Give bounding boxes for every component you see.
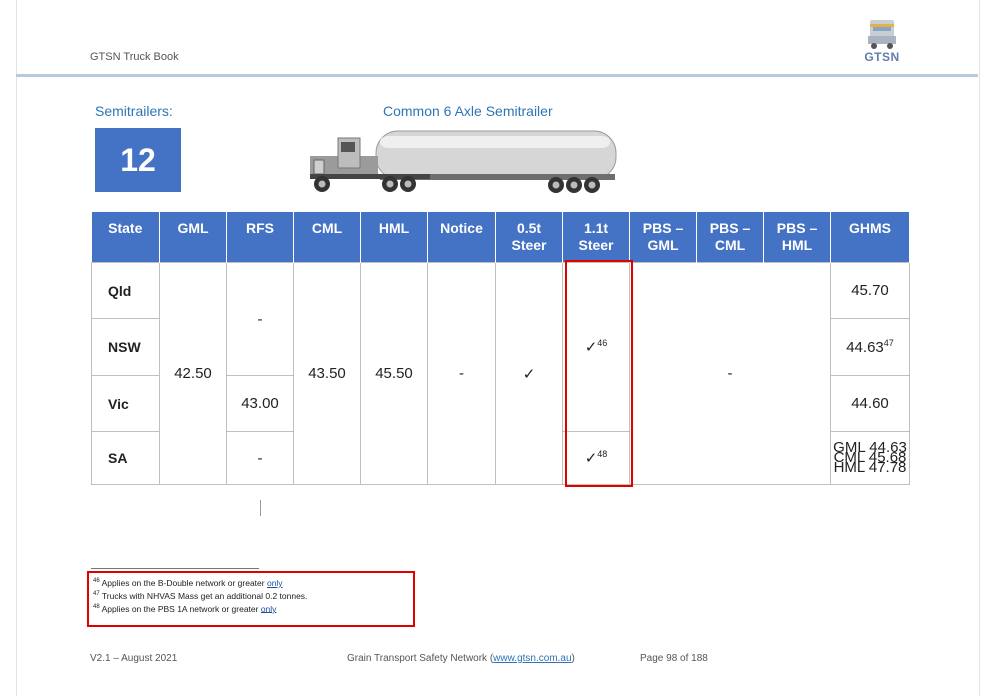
header-rfs: RFS (226, 212, 294, 263)
header-cml: CML (293, 212, 361, 263)
header-ghms: GHMS (830, 212, 910, 263)
section-label: Semitrailers: (95, 103, 173, 119)
logo-text: GTSN (864, 50, 900, 64)
header-rule (16, 74, 978, 77)
gml-cell: 42.50 (159, 262, 227, 485)
header-title: GTSN Truck Book (90, 51, 179, 63)
header-pbs-gml: PBS – GML (629, 212, 697, 263)
gtsn-logo: GTSN (862, 18, 902, 68)
hml-cell: 45.50 (360, 262, 428, 485)
category-number-badge: 12 (95, 128, 181, 192)
header-pbs-cml: PBS – CML (696, 212, 764, 263)
footer-page-number: Page 98 of 188 (640, 653, 708, 664)
header-notice: Notice (427, 212, 496, 263)
semitrailer-truck-image (310, 130, 617, 193)
header-hml: HML (360, 212, 428, 263)
header-pbs-hml: PBS – HML (763, 212, 831, 263)
state-cell: Vic (91, 375, 160, 432)
cml-cell: 43.50 (293, 262, 361, 485)
footnote-highlight-box (87, 571, 415, 627)
ghms-cell: 45.70 (830, 262, 910, 319)
header-steer-05: 0.5t Steer (495, 212, 563, 263)
footnote-rule (91, 568, 259, 569)
footer-link[interactable]: www.gtsn.com.au (493, 653, 571, 664)
state-cell: SA (91, 431, 160, 485)
state-cell: Qld (91, 262, 160, 319)
header-state: State (91, 212, 160, 263)
header-steer-11: 1.1t Steer (562, 212, 630, 263)
rfs-cell: 43.00 (226, 375, 294, 432)
state-cell: NSW (91, 318, 160, 376)
pbs-cell: - (629, 262, 831, 485)
rfs-cell: - (226, 262, 294, 376)
page-title: Common 6 Axle Semitrailer (383, 103, 553, 119)
footer-version: V2.1 – August 2021 (90, 653, 178, 664)
ghms-cell: GML 44.63 CML 45.68 HML 47.78 (830, 431, 910, 485)
ghms-cell: 44.6347 (830, 318, 910, 376)
steer-05-cell: ✓ (495, 262, 563, 485)
table-row: Qld 42.50 - 43.50 45.50 - ✓ ✓46 - 45.70 (91, 262, 910, 485)
truck-logo-icon (868, 20, 896, 49)
steer-highlight-box (565, 260, 633, 487)
text-cursor-mark (260, 500, 261, 516)
ghms-cell: 44.60 (830, 375, 910, 432)
header-gml: GML (159, 212, 227, 263)
footer-network: Grain Transport Safety Network (www.gtsn… (347, 653, 575, 664)
rfs-cell: - (226, 431, 294, 485)
notice-cell: - (427, 262, 496, 485)
mass-limits-table: State GML RFS CML HML Notice 0.5t Steer 1… (91, 212, 910, 485)
table-header-row: State GML RFS CML HML Notice 0.5t Steer 1… (91, 212, 910, 263)
